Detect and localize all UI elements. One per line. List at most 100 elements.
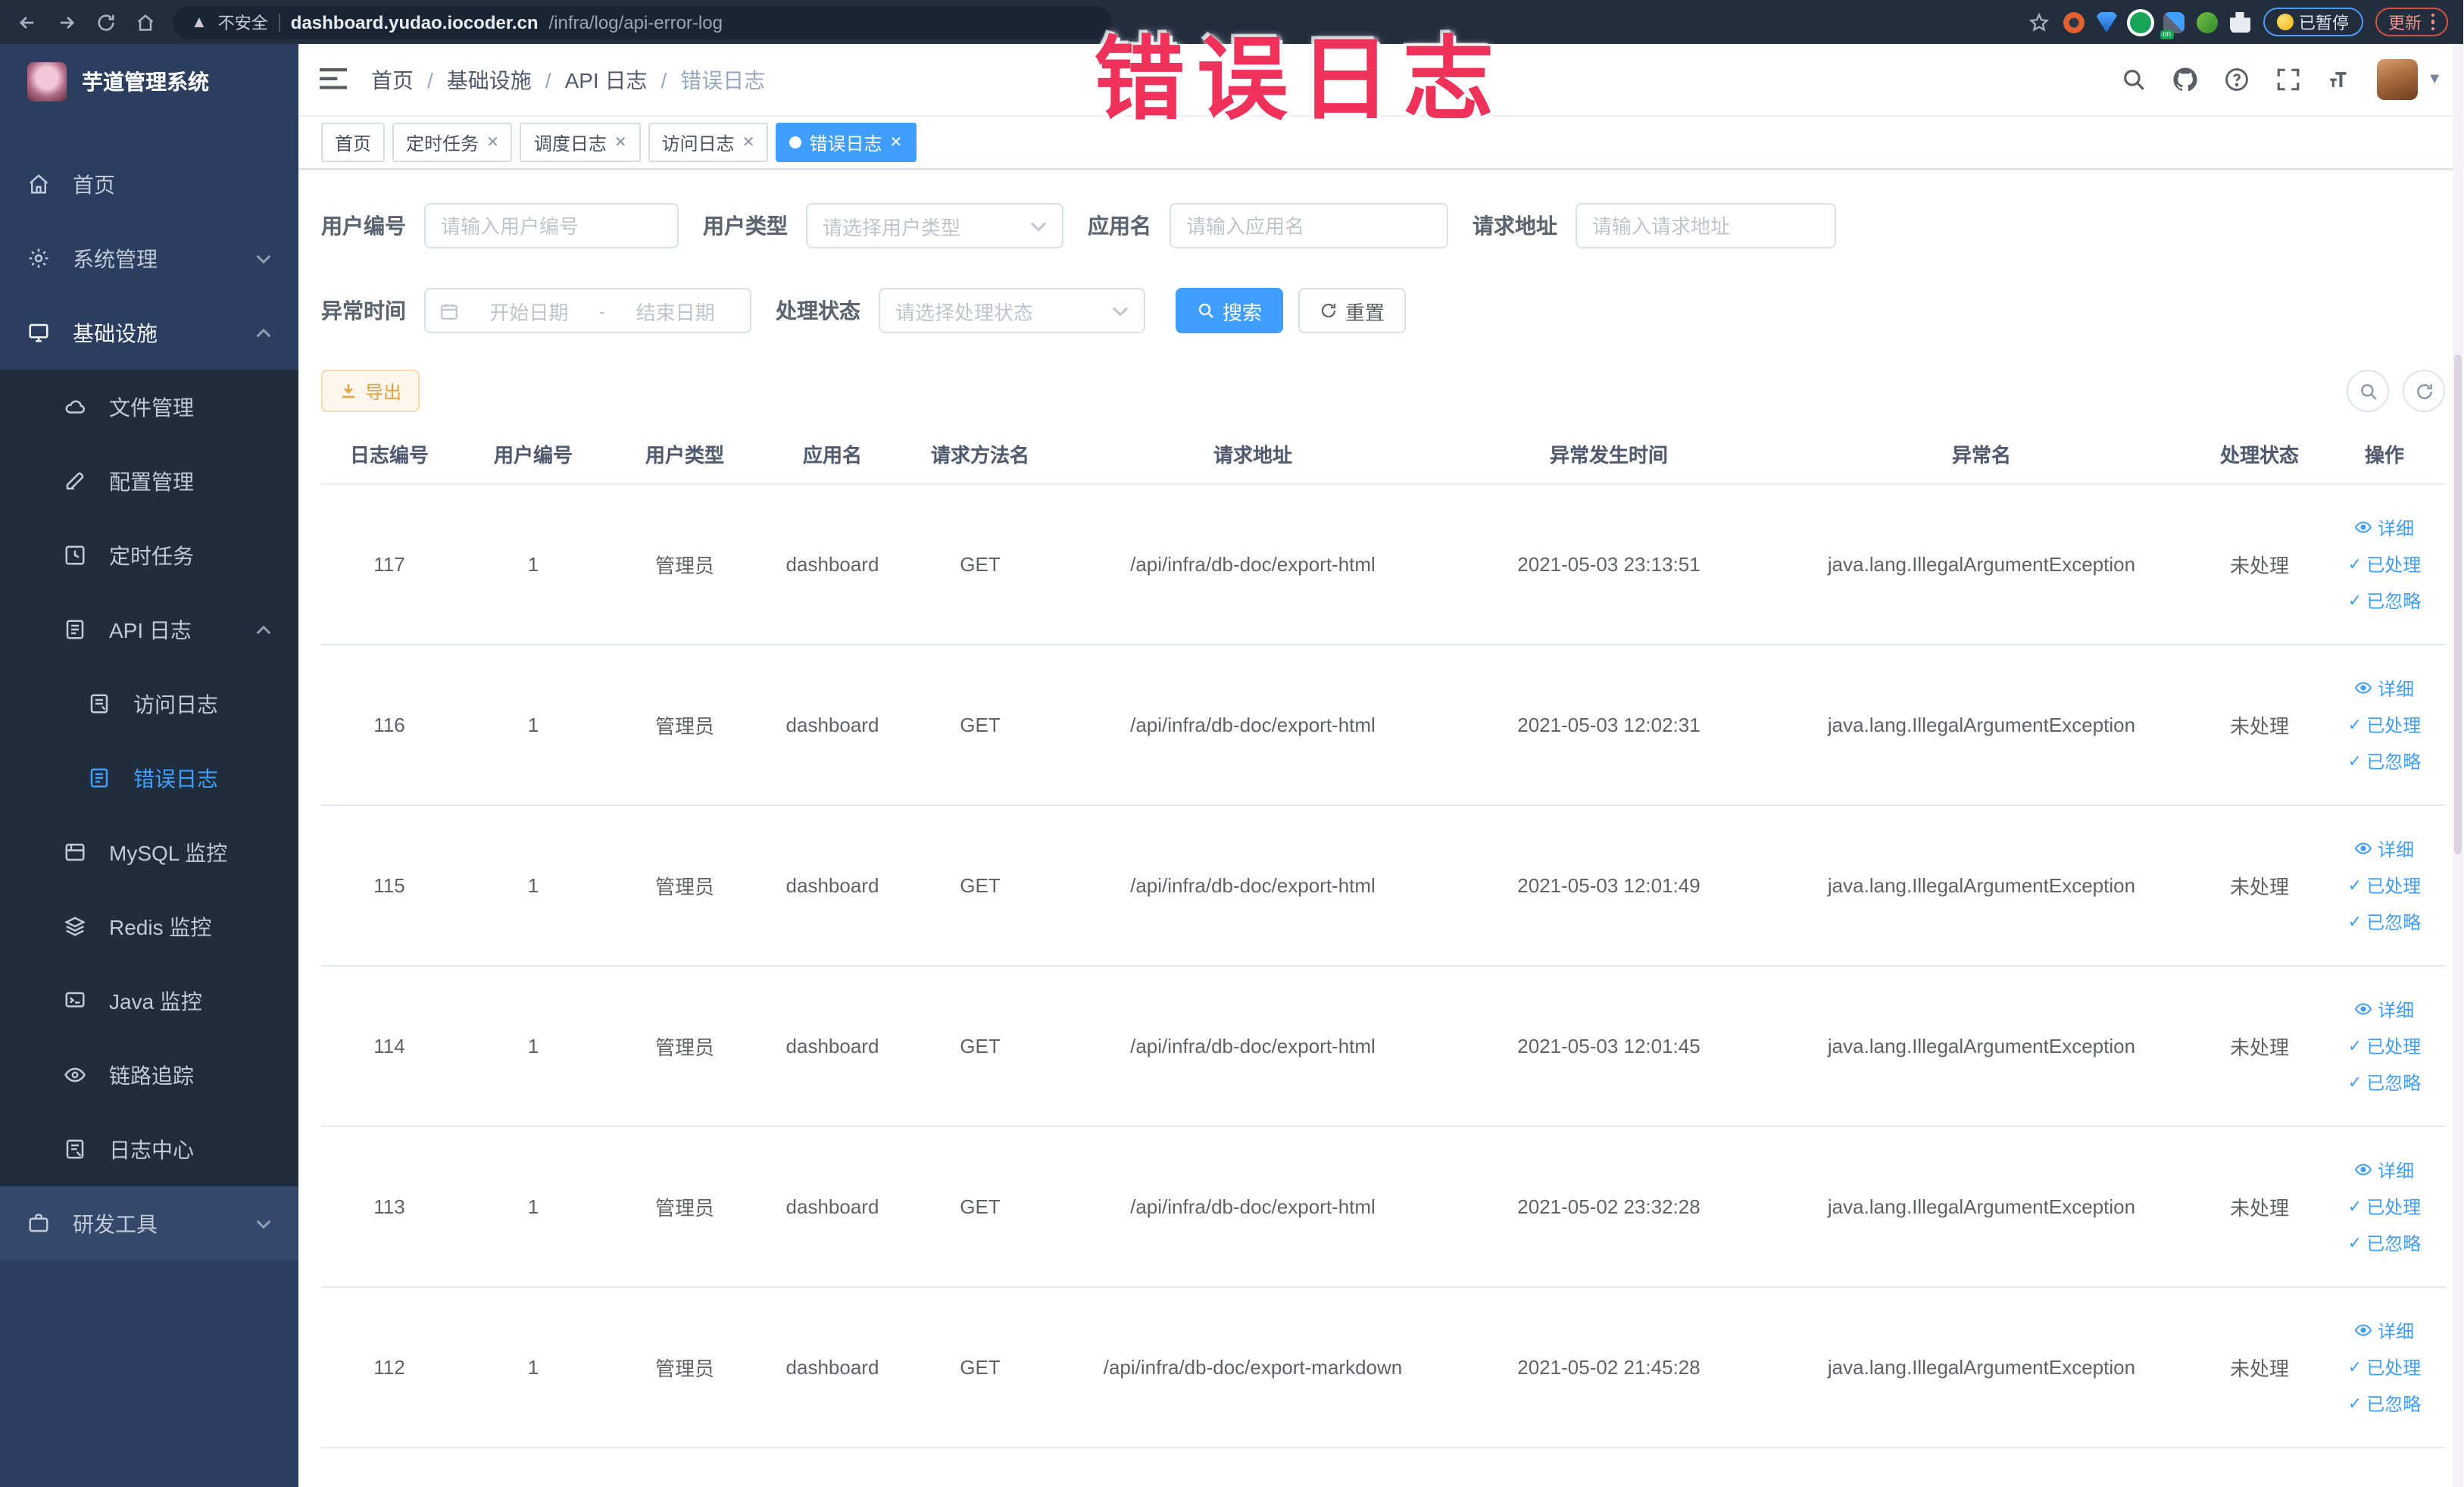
user-avatar-menu[interactable]: ▼: [2377, 59, 2442, 100]
app-name-label: 应用名: [1088, 214, 1151, 238]
app-name-input[interactable]: [1170, 203, 1448, 248]
address-bar[interactable]: ▲ 不安全 dashboard.yudao.iocoder.cn/infra/l…: [173, 5, 1112, 39]
extensions-puzzle-icon[interactable]: [2229, 11, 2250, 33]
show-search-toggle-button[interactable]: [2347, 370, 2389, 412]
detail-link[interactable]: 详细: [2355, 1317, 2414, 1343]
tab-home[interactable]: 首页: [321, 123, 386, 162]
sidebar-item-home[interactable]: 首页: [0, 147, 298, 221]
detail-link[interactable]: 详细: [2355, 996, 2414, 1022]
sidebar-item-redis-monitor[interactable]: Redis 监控: [0, 889, 298, 964]
sidebar-item-file-management[interactable]: 文件管理: [0, 370, 298, 444]
sidebar-item-scheduled-tasks[interactable]: 定时任务: [0, 518, 298, 592]
chrome-update-button[interactable]: 更新: [2375, 8, 2448, 36]
close-icon[interactable]: ✕: [742, 134, 755, 151]
process-status-select[interactable]: 请选择处理状态: [879, 288, 1145, 333]
mark-processed-link[interactable]: ✓ 已处理: [2348, 551, 2421, 576]
refresh-button[interactable]: [2403, 370, 2445, 412]
detail-link[interactable]: 详细: [2355, 836, 2414, 861]
scrollbar-thumb[interactable]: [2454, 355, 2462, 854]
check-icon: ✓: [2347, 913, 2363, 931]
sidebar-item-infrastructure[interactable]: 基础设施: [0, 295, 298, 370]
profile-paused-badge[interactable]: 已暂停: [2263, 8, 2363, 36]
help-icon[interactable]: [2222, 66, 2250, 93]
col-app-name: 应用名: [760, 426, 904, 484]
close-icon[interactable]: ✕: [614, 134, 627, 151]
mark-processed-link[interactable]: ✓ 已处理: [2348, 1193, 2421, 1219]
detail-link[interactable]: 详细: [2355, 514, 2414, 540]
breadcrumb-error-log: 错误日志: [680, 67, 766, 92]
reset-button[interactable]: 重置: [1298, 288, 1407, 333]
status-text: 未处理: [2195, 644, 2324, 805]
browser-menu-icon[interactable]: [2431, 13, 2434, 31]
sidebar-item-link-tracing[interactable]: 链路追踪: [0, 1038, 298, 1112]
mark-processed-link[interactable]: ✓ 已处理: [2348, 872, 2421, 898]
log-doc-icon: [64, 1137, 88, 1161]
back-icon[interactable]: [15, 10, 39, 34]
reload-icon[interactable]: [94, 10, 118, 34]
sidebar-item-java-monitor[interactable]: Java 监控: [0, 964, 298, 1038]
search-button[interactable]: 搜索: [1176, 288, 1284, 333]
chevron-down-icon: [1112, 302, 1129, 319]
sidebar-item-access-log[interactable]: 访问日志: [0, 667, 298, 741]
breadcrumb-api-log[interactable]: API 日志: [565, 64, 648, 95]
sidebar-item-error-log[interactable]: 错误日志: [0, 741, 298, 815]
close-icon[interactable]: ✕: [486, 134, 499, 151]
check-icon: ✓: [2347, 1395, 2363, 1413]
logo-avatar: [27, 62, 67, 102]
close-icon[interactable]: ✕: [890, 134, 903, 151]
hamburger-icon[interactable]: [320, 67, 347, 92]
fullscreen-icon[interactable]: [2274, 66, 2301, 93]
mark-ignored-link[interactable]: ✓ 已忽略: [2348, 908, 2421, 934]
tab-access-log[interactable]: 访问日志 ✕: [648, 123, 769, 162]
edit-icon: [64, 469, 88, 493]
col-log-id: 日志编号: [321, 426, 458, 484]
sidebar-item-log-center[interactable]: 日志中心: [0, 1112, 298, 1186]
exception-time-range-picker[interactable]: 开始日期 - 结束日期: [424, 288, 751, 333]
extension-icon[interactable]: [2129, 11, 2150, 33]
extension-icon[interactable]: [2096, 11, 2117, 33]
bookmark-star-icon[interactable]: [2026, 10, 2050, 34]
request-url-input[interactable]: [1576, 203, 1836, 248]
mark-processed-link[interactable]: ✓ 已处理: [2348, 711, 2421, 737]
forward-icon[interactable]: [55, 10, 79, 34]
detail-link[interactable]: 详细: [2355, 675, 2414, 701]
breadcrumb-home[interactable]: 首页: [371, 64, 414, 95]
sidebar-item-dev-tools[interactable]: 研发工具: [0, 1186, 298, 1261]
mark-ignored-link[interactable]: ✓ 已忽略: [2348, 1229, 2421, 1255]
user-id-input[interactable]: [424, 203, 679, 248]
sidebar-item-api-log[interactable]: API 日志: [0, 592, 298, 667]
tab-scheduled-tasks[interactable]: 定时任务 ✕: [392, 123, 513, 162]
home-icon[interactable]: [133, 10, 158, 34]
tab-schedule-log[interactable]: 调度日志 ✕: [520, 123, 641, 162]
screen: 错误日志 ▲ 不安全 dashboard.yudao.iocoder.cn/in…: [0, 0, 2463, 1487]
app-logo[interactable]: 芋道管理系统: [0, 44, 298, 120]
export-button[interactable]: 导出: [321, 370, 420, 412]
extension-icon[interactable]: on: [2160, 11, 2184, 39]
github-icon[interactable]: [2171, 66, 2198, 93]
mark-ignored-link[interactable]: ✓ 已忽略: [2348, 1069, 2421, 1095]
sidebar-item-system-management[interactable]: 系统管理: [0, 221, 298, 295]
monitor-icon: [27, 320, 52, 345]
scrollbar[interactable]: [2453, 44, 2463, 1487]
mark-ignored-link[interactable]: ✓ 已忽略: [2348, 587, 2421, 613]
extension-icon[interactable]: [2196, 11, 2217, 33]
col-status: 处理状态: [2195, 426, 2324, 484]
extension-icon[interactable]: [2063, 11, 2084, 33]
breadcrumb: 首页 / 基础设施 / API 日志 / 错误日志: [371, 64, 765, 95]
sidebar: 芋道管理系统 首页 系统管理 基础设施 文件管理 配置管理 定时任务 API 日…: [0, 44, 298, 1487]
font-size-icon[interactable]: [2325, 66, 2353, 93]
sidebar-item-mysql-monitor[interactable]: MySQL 监控: [0, 815, 298, 889]
page-content: 用户编号 用户类型 请选择用户类型 应用名 请求地址: [298, 170, 2463, 1487]
mark-ignored-link[interactable]: ✓ 已忽略: [2348, 748, 2421, 773]
breadcrumb-infrastructure[interactable]: 基础设施: [447, 64, 532, 95]
sidebar-item-config-management[interactable]: 配置管理: [0, 444, 298, 518]
mark-ignored-link[interactable]: ✓ 已忽略: [2348, 1390, 2421, 1416]
mark-processed-link[interactable]: ✓ 已处理: [2348, 1354, 2421, 1379]
user-type-select[interactable]: 请选择用户类型: [806, 203, 1063, 248]
tab-error-log[interactable]: 错误日志 ✕: [776, 123, 917, 162]
search-icon[interactable]: [2119, 66, 2147, 93]
check-icon: ✓: [2347, 716, 2363, 734]
mark-processed-link[interactable]: ✓ 已处理: [2348, 1032, 2421, 1058]
detail-link[interactable]: 详细: [2355, 1157, 2414, 1182]
database-icon: [64, 840, 88, 864]
